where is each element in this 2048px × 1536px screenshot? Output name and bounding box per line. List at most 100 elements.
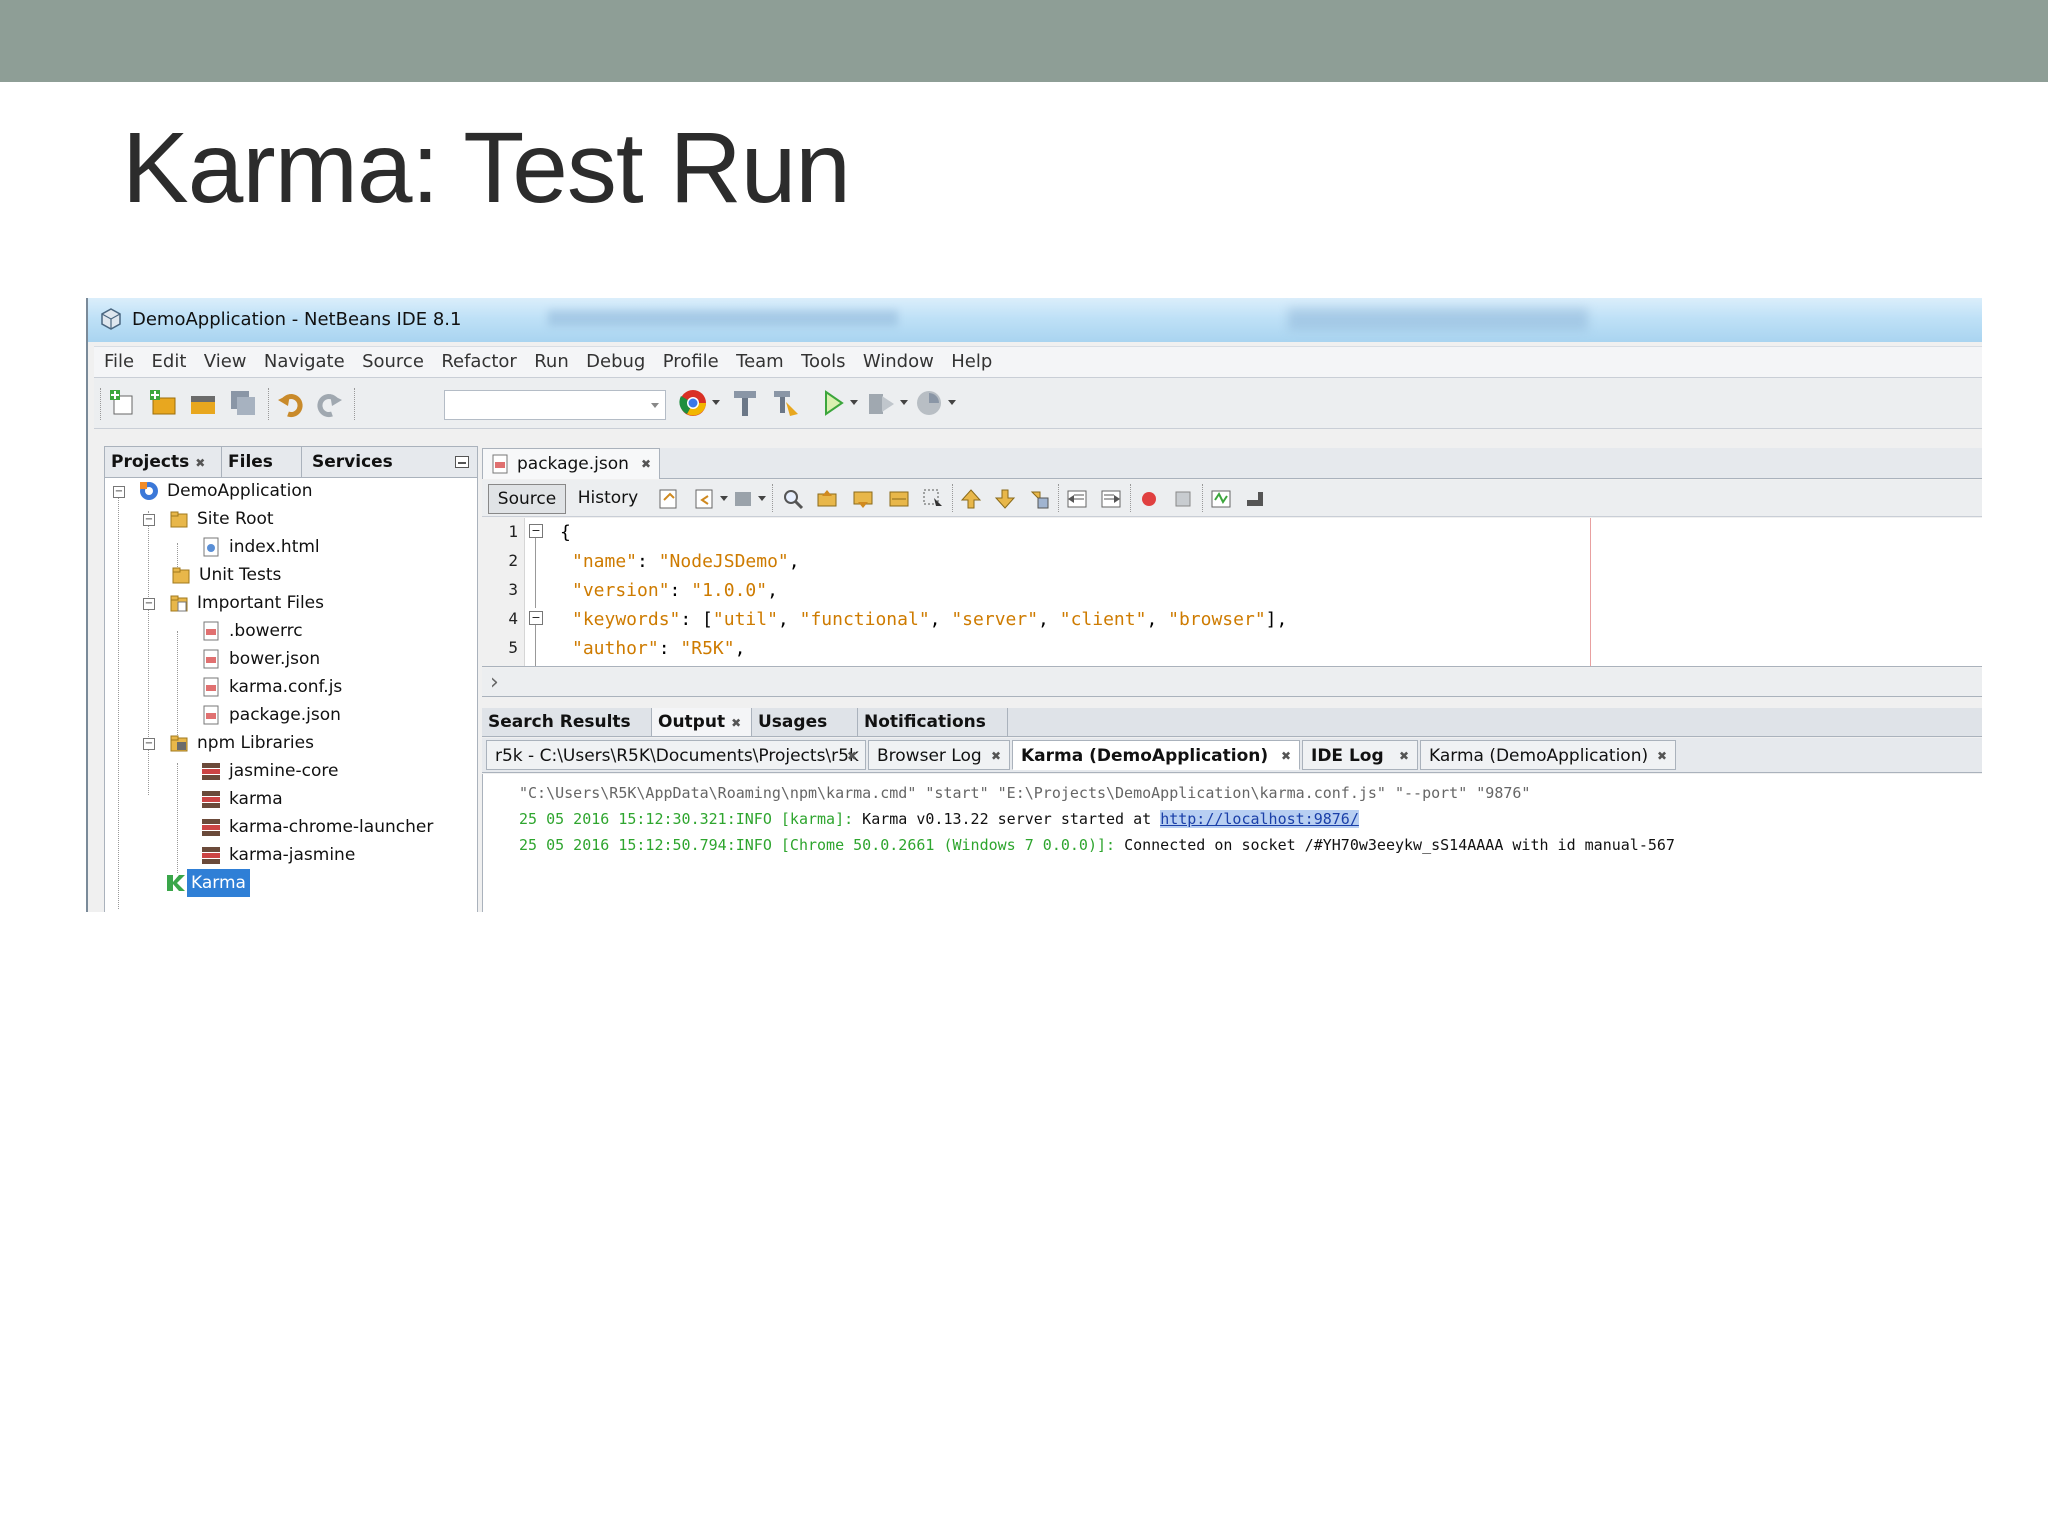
collapse-icon[interactable]: − — [143, 598, 155, 610]
back-icon[interactable] — [694, 488, 716, 510]
tab-notifications[interactable]: Notifications — [858, 708, 1008, 736]
tree-item[interactable]: − Site Root — [143, 505, 443, 533]
blurred-region — [1288, 308, 1588, 330]
build-icon[interactable] — [730, 388, 760, 418]
find-previous-icon[interactable] — [816, 488, 838, 510]
chevron-right-icon[interactable]: › — [490, 670, 499, 695]
collapse-icon[interactable]: − — [143, 514, 155, 526]
tree-item[interactable]: − npm Libraries — [143, 729, 443, 757]
close-icon[interactable]: ✖ — [641, 449, 651, 479]
karma-output-console[interactable]: "C:\Users\R5K\AppData\Roaming\npm\karma.… — [482, 774, 1982, 912]
menu-view[interactable]: View — [204, 347, 247, 377]
chevron-down-icon[interactable] — [720, 496, 728, 501]
tree-item[interactable]: jasmine-core — [201, 757, 461, 785]
tree-item[interactable]: Unit Tests — [171, 561, 451, 589]
minimize-icon[interactable] — [455, 456, 469, 468]
shift-line-right-icon[interactable] — [1100, 488, 1122, 510]
tree-item[interactable]: index.html — [201, 533, 461, 561]
find-next-icon[interactable] — [852, 488, 874, 510]
shift-line-left-icon[interactable] — [1066, 488, 1088, 510]
collapse-icon[interactable]: − — [529, 524, 543, 538]
close-icon[interactable]: ✖ — [195, 456, 205, 470]
tab-files[interactable]: Files — [221, 447, 273, 477]
localhost-link[interactable]: http://localhost:9876/ — [1160, 810, 1359, 828]
menu-run[interactable]: Run — [534, 347, 569, 377]
undo-icon[interactable] — [276, 388, 306, 418]
previous-bookmark-icon[interactable] — [960, 488, 982, 510]
close-icon[interactable]: ✖ — [1657, 741, 1667, 771]
menu-file[interactable]: File — [104, 347, 134, 377]
clean-build-icon[interactable] — [770, 388, 800, 418]
close-icon[interactable]: ✖ — [1281, 741, 1291, 771]
toggle-bookmark-icon[interactable] — [1028, 488, 1050, 510]
comment-icon[interactable] — [1210, 488, 1232, 510]
open-project-icon[interactable] — [188, 388, 218, 418]
menu-window[interactable]: Window — [863, 347, 934, 377]
tab-r5k-output[interactable]: r5k - C:\Users\R5K\Documents\Projects\r5… — [486, 740, 866, 770]
save-all-icon[interactable] — [228, 388, 258, 418]
tab-search-results[interactable]: Search Results — [482, 708, 652, 736]
source-view-button[interactable]: Source — [488, 484, 566, 514]
code-editor[interactable]: 1 2 3 4 5 − − { "name": "NodeJSDemo", "v… — [482, 518, 1982, 667]
new-file-icon[interactable] — [148, 388, 178, 418]
tree-item[interactable]: − DemoApplication — [113, 477, 433, 505]
menu-help[interactable]: Help — [951, 347, 992, 377]
profile-icon[interactable] — [914, 388, 944, 418]
menu-team[interactable]: Team — [736, 347, 784, 377]
tree-item[interactable]: − Important Files — [143, 589, 443, 617]
tree-item[interactable]: karma — [201, 785, 461, 813]
browser-icon[interactable] — [678, 388, 708, 418]
editor-tab-package-json[interactable]: package.json ✖ — [482, 448, 660, 479]
uncomment-icon[interactable] — [1244, 488, 1266, 510]
collapse-icon[interactable]: − — [143, 738, 155, 750]
tab-projects[interactable]: Projects ✖ — [111, 447, 205, 477]
run-icon[interactable] — [818, 388, 848, 418]
tree-item[interactable]: karma-chrome-launcher — [201, 813, 471, 841]
tree-item[interactable]: package.json — [201, 701, 461, 729]
menu-tools[interactable]: Tools — [801, 347, 845, 377]
close-icon[interactable]: ✖ — [1399, 741, 1409, 771]
chevron-down-icon[interactable] — [712, 400, 720, 405]
chevron-down-icon[interactable] — [948, 400, 956, 405]
chevron-down-icon[interactable] — [850, 400, 858, 405]
menu-navigate[interactable]: Navigate — [264, 347, 345, 377]
start-macro-recording-icon[interactable] — [1138, 488, 1160, 510]
tree-item[interactable]: bower.json — [201, 645, 461, 673]
menu-debug[interactable]: Debug — [586, 347, 645, 377]
tree-item-karma[interactable]: Karma — [165, 869, 365, 897]
collapse-icon[interactable]: − — [529, 611, 543, 625]
redo-icon[interactable] — [314, 388, 344, 418]
find-icon[interactable] — [782, 488, 804, 510]
menu-source[interactable]: Source — [362, 347, 424, 377]
configuration-combo[interactable] — [444, 390, 666, 420]
toggle-highlight-icon[interactable] — [888, 488, 910, 510]
last-edit-icon[interactable] — [658, 488, 680, 510]
fold-guide — [535, 538, 536, 608]
chevron-down-icon[interactable] — [900, 400, 908, 405]
tab-karma-demoapplication[interactable]: Karma (DemoApplication) ✖ — [1012, 740, 1300, 770]
tree-item[interactable]: karma-jasmine — [201, 841, 461, 869]
menu-edit[interactable]: Edit — [152, 347, 187, 377]
next-bookmark-icon[interactable] — [994, 488, 1016, 510]
tree-item[interactable]: karma.conf.js — [201, 673, 461, 701]
close-icon[interactable]: ✖ — [731, 716, 741, 730]
tab-output[interactable]: Output ✖ — [652, 708, 752, 736]
close-icon[interactable]: ✖ — [847, 741, 857, 771]
toggle-rectangular-selection-icon[interactable] — [922, 488, 944, 510]
tab-karma-demoapplication-2[interactable]: Karma (DemoApplication) #2✖ — [1420, 740, 1676, 796]
close-icon[interactable]: ✖ — [991, 741, 1001, 771]
tab-browser-log[interactable]: Browser Log ✖ — [868, 740, 1010, 770]
collapse-icon[interactable]: − — [113, 486, 125, 498]
chevron-down-icon[interactable] — [758, 496, 766, 501]
stop-macro-recording-icon[interactable] — [1172, 488, 1194, 510]
menu-refactor[interactable]: Refactor — [441, 347, 517, 377]
tab-ide-log[interactable]: IDE Log ✖ — [1302, 740, 1418, 770]
tab-services[interactable]: Services — [301, 447, 393, 477]
tree-item[interactable]: .bowerrc — [201, 617, 461, 645]
history-view-button[interactable]: History — [570, 484, 646, 512]
menu-profile[interactable]: Profile — [663, 347, 719, 377]
tab-usages[interactable]: Usages — [752, 708, 858, 736]
new-project-icon[interactable] — [108, 388, 138, 418]
forward-icon[interactable] — [732, 488, 754, 510]
debug-icon[interactable] — [866, 388, 896, 418]
